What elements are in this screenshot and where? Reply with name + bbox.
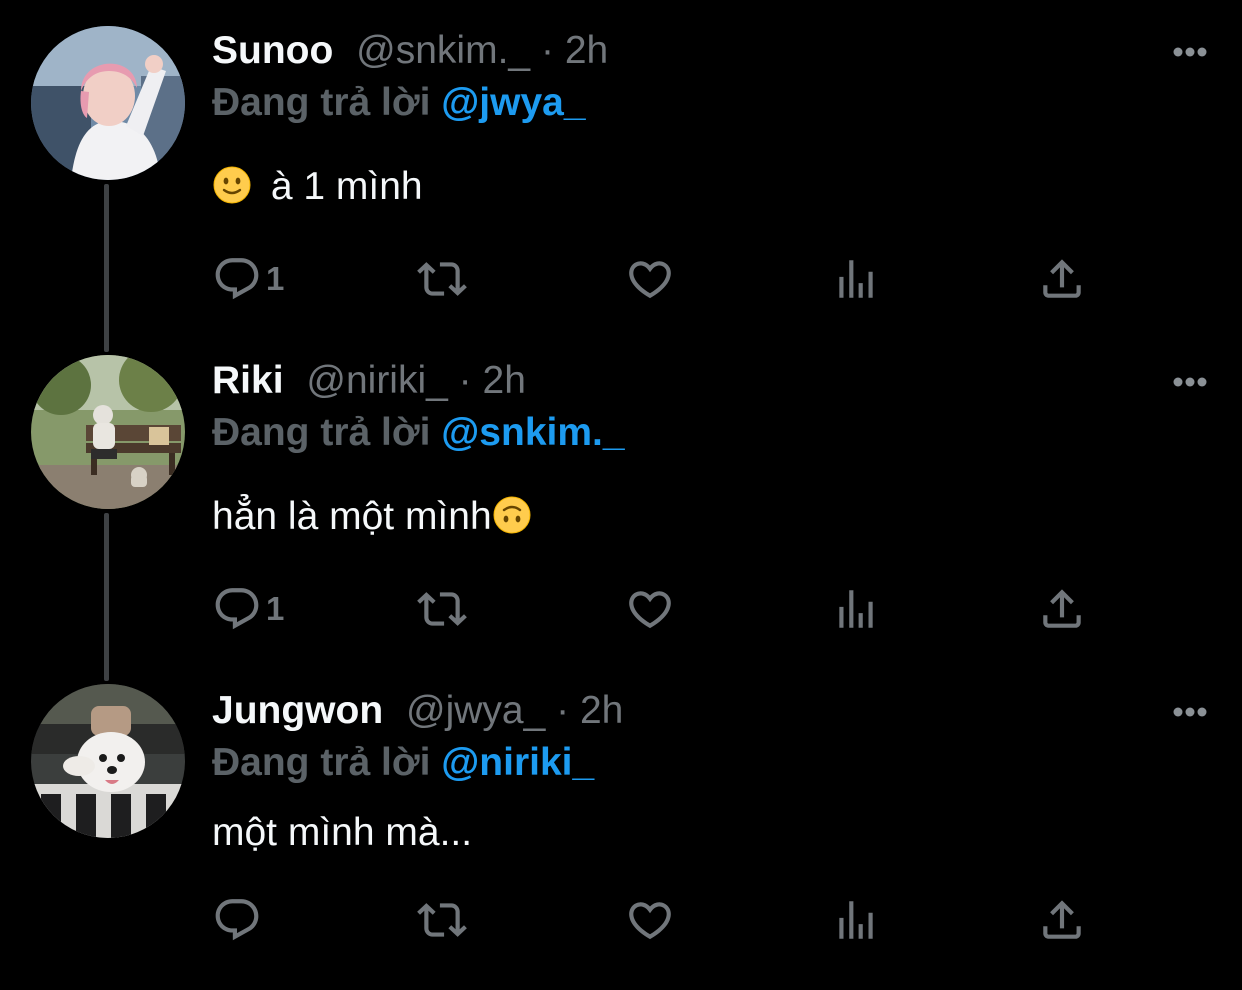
- tweet-text-content: à 1 mình: [270, 165, 423, 208]
- like-button[interactable]: [625, 581, 675, 637]
- tweet-text: à 1 mình: [212, 164, 423, 210]
- display-name[interactable]: Jungwon: [212, 689, 383, 732]
- reply-icon: [212, 895, 262, 945]
- separator-dot: ·: [458, 359, 472, 402]
- user-handle[interactable]: @niriki_: [306, 359, 447, 402]
- share-button[interactable]: [1037, 892, 1087, 948]
- more-options-icon[interactable]: [1170, 704, 1210, 720]
- person-with-white-dog-avatar-image: [31, 684, 185, 838]
- retweet-icon: [417, 895, 467, 945]
- retweet-icon: [417, 254, 467, 304]
- replying-to: Đang trả lời @jwya_: [212, 80, 586, 126]
- retweet-button[interactable]: [417, 581, 467, 637]
- reply-icon: [212, 584, 262, 634]
- like-icon: [625, 895, 675, 945]
- pink-haired-person-avatar-image: [31, 26, 185, 180]
- reply-count: 1: [266, 590, 285, 627]
- person-on-park-bench-avatar-image: [31, 355, 185, 509]
- analytics-icon: [831, 895, 881, 945]
- analytics-button[interactable]: [831, 581, 881, 637]
- retweet-icon: [417, 584, 467, 634]
- user-handle[interactable]: @snkim._: [356, 29, 530, 72]
- tweet[interactable]: Jungwon @jwya_ · 2h Đang trả lời @niriki…: [0, 660, 1242, 990]
- display-name[interactable]: Sunoo: [212, 29, 333, 72]
- tweet-text: hẳn là một mình: [212, 494, 532, 540]
- analytics-icon: [831, 584, 881, 634]
- mention-link[interactable]: @jwya_: [441, 81, 585, 124]
- separator-dot: ·: [556, 689, 570, 732]
- avatar[interactable]: [31, 684, 185, 838]
- user-handle[interactable]: @jwya_: [406, 689, 545, 732]
- replying-to-label: Đang trả lời: [212, 411, 431, 454]
- share-icon: [1037, 895, 1087, 945]
- upside-down-face-icon: [492, 495, 532, 535]
- display-name[interactable]: Riki: [212, 359, 284, 402]
- reply-button[interactable]: [212, 892, 266, 948]
- like-icon: [625, 584, 675, 634]
- timestamp[interactable]: 2h: [565, 29, 608, 72]
- reply-count: 1: [266, 260, 285, 297]
- tweet-text-content: một mình mà...: [212, 811, 473, 854]
- like-icon: [625, 254, 675, 304]
- tweet[interactable]: Sunoo @snkim._ · 2h Đang trả lời @jwya_ …: [0, 0, 1242, 330]
- tweet[interactable]: Riki @niriki_ · 2h Đang trả lời @snkim._…: [0, 330, 1242, 660]
- reply-button[interactable]: 1: [212, 581, 284, 637]
- separator-dot: ·: [540, 29, 554, 72]
- avatar[interactable]: [31, 355, 185, 509]
- more-options-icon[interactable]: [1170, 44, 1210, 60]
- analytics-button[interactable]: [831, 892, 881, 948]
- retweet-button[interactable]: [417, 892, 467, 948]
- replying-to: Đang trả lời @niriki_: [212, 740, 594, 786]
- replying-to-label: Đang trả lời: [212, 81, 431, 124]
- tweet-header: Riki @niriki_ · 2h: [212, 358, 526, 404]
- more-options-icon[interactable]: [1170, 374, 1210, 390]
- share-button[interactable]: [1037, 251, 1087, 307]
- replying-to-label: Đang trả lời: [212, 741, 431, 784]
- avatar[interactable]: [31, 26, 185, 180]
- like-button[interactable]: [625, 251, 675, 307]
- replying-to: Đang trả lời @snkim._: [212, 410, 625, 456]
- share-icon: [1037, 584, 1087, 634]
- mention-link[interactable]: @niriki_: [441, 741, 594, 784]
- timestamp[interactable]: 2h: [580, 689, 623, 732]
- like-button[interactable]: [625, 892, 675, 948]
- timestamp[interactable]: 2h: [483, 359, 526, 402]
- retweet-button[interactable]: [417, 251, 467, 307]
- reply-button[interactable]: 1: [212, 251, 284, 307]
- mention-link[interactable]: @snkim._: [441, 411, 624, 454]
- tweet-text: một mình mà...: [212, 810, 472, 856]
- share-icon: [1037, 254, 1087, 304]
- tweet-header: Jungwon @jwya_ · 2h: [212, 688, 623, 734]
- analytics-button[interactable]: [831, 251, 881, 307]
- slightly-smiling-face-icon: [212, 165, 252, 205]
- share-button[interactable]: [1037, 581, 1087, 637]
- tweet-header: Sunoo @snkim._ · 2h: [212, 28, 608, 74]
- analytics-icon: [831, 254, 881, 304]
- reply-icon: [212, 254, 262, 304]
- tweet-text-content: hẳn là một mình: [212, 495, 492, 538]
